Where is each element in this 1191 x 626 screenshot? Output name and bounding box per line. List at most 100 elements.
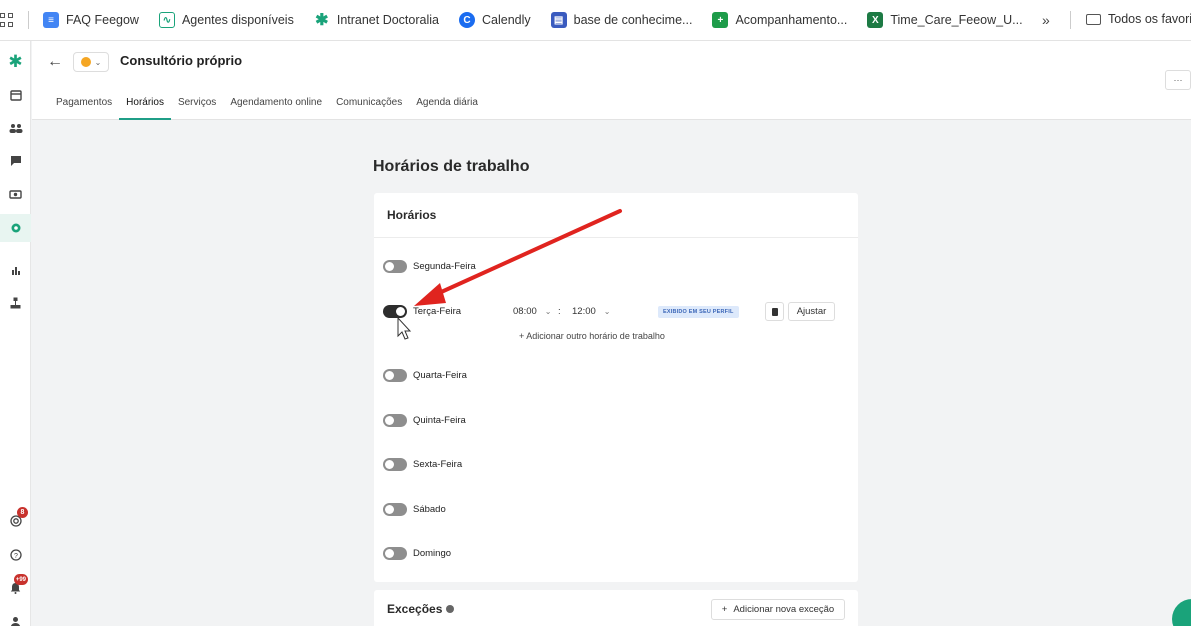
day-row-domingo: Domingo bbox=[383, 547, 451, 560]
day-toggle[interactable] bbox=[383, 547, 407, 560]
exceptions-header: Exceções bbox=[387, 602, 455, 616]
day-label: Segunda-Feira bbox=[413, 261, 476, 272]
bookmark-intranet[interactable]: ✱ Intranet Doctoralia bbox=[314, 12, 439, 29]
tab-horarios[interactable]: Horários bbox=[119, 95, 171, 120]
side-nav: ✱ 8 ? +99 bbox=[0, 41, 31, 626]
asterisk-logo-icon[interactable]: ✱ bbox=[0, 49, 31, 75]
doc-icon: ≡ bbox=[43, 12, 59, 28]
add-exception-button[interactable]: + Adicionar nova exceção bbox=[711, 599, 845, 620]
bookmark-label: Acompanhamento... bbox=[735, 13, 848, 27]
bookmark-agentes[interactable]: ∿ Agentes disponíveis bbox=[158, 12, 294, 28]
bookmark-base-conhecimento[interactable]: ▤ base de conhecime... bbox=[550, 12, 693, 28]
excel-icon: X bbox=[867, 12, 884, 28]
bar-chart-icon[interactable] bbox=[0, 257, 31, 283]
calendar-icon[interactable] bbox=[0, 82, 31, 108]
day-label: Terça-Feira bbox=[413, 306, 462, 317]
apps-grid-icon[interactable] bbox=[0, 13, 14, 27]
back-arrow-icon[interactable]: ← bbox=[47, 53, 63, 71]
help-icon[interactable]: ? bbox=[0, 542, 31, 568]
bookmark-calendly[interactable]: C Calendly bbox=[458, 12, 531, 28]
day-toggle[interactable] bbox=[383, 260, 407, 273]
people-icon[interactable] bbox=[0, 115, 31, 141]
day-row-quinta: Quinta-Feira bbox=[383, 414, 466, 427]
notification-badge: 8 bbox=[17, 507, 28, 518]
end-time: 12:00 bbox=[572, 306, 596, 317]
day-label: Quinta-Feira bbox=[413, 415, 466, 426]
card-title: Horários bbox=[374, 193, 858, 238]
day-label: Sexta-Feira bbox=[413, 459, 463, 470]
tab-comunicacoes[interactable]: Comunicações bbox=[336, 95, 402, 120]
gear-icon[interactable] bbox=[0, 214, 31, 242]
table-icon: ▤ bbox=[550, 12, 567, 28]
bookmark-time-care[interactable]: X Time_Care_Feeow_U... bbox=[867, 12, 1023, 28]
more-options-button[interactable]: ··· bbox=[1165, 70, 1191, 90]
svg-text:?: ? bbox=[14, 553, 18, 560]
time-separator: : bbox=[558, 306, 561, 317]
exceptions-title: Exceções bbox=[387, 602, 443, 616]
day-row-quarta: Quarta-Feira bbox=[383, 369, 467, 382]
org-chart-icon[interactable] bbox=[0, 290, 31, 316]
target-icon[interactable]: 8 bbox=[0, 507, 31, 534]
add-working-hours-link[interactable]: + Adicionar outro horário de trabalho bbox=[519, 331, 665, 341]
day-toggle[interactable] bbox=[383, 503, 407, 516]
schedule-card: Horários Segunda-Feira Terça-Feira 08:00… bbox=[374, 193, 858, 582]
plus-sheet-icon: + bbox=[712, 12, 729, 28]
delete-button[interactable] bbox=[765, 302, 784, 321]
start-time-select[interactable]: 08:00 ⌄ bbox=[513, 306, 551, 317]
asterisk-icon: ✱ bbox=[315, 12, 329, 29]
day-toggle[interactable] bbox=[383, 369, 407, 382]
user-icon[interactable] bbox=[0, 609, 31, 626]
chevron-down-icon: ⌄ bbox=[603, 307, 611, 316]
bookmark-label: Calendly bbox=[481, 13, 531, 27]
bookmark-label: Agentes disponíveis bbox=[181, 13, 294, 27]
start-time: 08:00 bbox=[513, 306, 537, 317]
bookmarks-overflow-icon[interactable]: » bbox=[1042, 12, 1050, 28]
day-row-sabado: Sábado bbox=[383, 503, 446, 516]
bookmark-label: Intranet Doctoralia bbox=[336, 13, 439, 27]
day-row-terca: Terça-Feira bbox=[383, 305, 461, 318]
tab-agendamento-online[interactable]: Agendamento online bbox=[230, 95, 322, 120]
day-label: Sábado bbox=[413, 504, 446, 515]
tab-agenda-diaria[interactable]: Agenda diária bbox=[416, 95, 478, 120]
bookmark-label: Time_Care_Feeow_U... bbox=[890, 13, 1023, 27]
profile-badge: EXIBIDO EM SEU PERFIL bbox=[658, 306, 739, 318]
day-label: Domingo bbox=[413, 548, 452, 559]
folder-label: Todos os favoritos bbox=[1108, 12, 1191, 26]
day-toggle[interactable] bbox=[383, 414, 407, 427]
add-exception-label: Adicionar nova exceção bbox=[733, 604, 835, 615]
folder-icon bbox=[1086, 13, 1101, 25]
adjust-button[interactable]: Ajustar bbox=[788, 302, 835, 321]
plus-icon: + bbox=[721, 604, 728, 615]
money-icon[interactable] bbox=[0, 181, 31, 207]
bookmark-label: base de conhecime... bbox=[573, 13, 693, 27]
tab-pagamentos[interactable]: Pagamentos bbox=[56, 95, 112, 120]
tab-bar: Pagamentos Horários Serviços Agendamento… bbox=[56, 95, 492, 120]
chat-widget-button[interactable] bbox=[1172, 599, 1191, 626]
day-toggle[interactable] bbox=[383, 305, 407, 318]
tab-servicos[interactable]: Serviços bbox=[178, 95, 216, 120]
bookmark-label: FAQ Feegow bbox=[66, 13, 139, 27]
all-bookmarks-folder[interactable]: Todos os favoritos bbox=[1086, 12, 1191, 26]
day-row-sexta: Sexta-Feira bbox=[383, 458, 462, 471]
chevron-down-icon: ⌄ bbox=[544, 307, 552, 316]
page-header: ← ⌄ Consultório próprio ··· Pagamentos H… bbox=[32, 41, 1191, 120]
calendly-icon: C bbox=[458, 12, 475, 28]
bookmarks-divider bbox=[28, 11, 29, 29]
bookmarks-divider bbox=[1070, 11, 1071, 29]
bell-icon[interactable]: +99 bbox=[0, 574, 31, 601]
status-dropdown[interactable]: ⌄ bbox=[73, 52, 109, 72]
day-toggle[interactable] bbox=[383, 458, 407, 471]
day-row-segunda: Segunda-Feira bbox=[383, 260, 476, 273]
chevron-down-icon: ⌄ bbox=[94, 57, 102, 67]
page-title: Consultório próprio bbox=[120, 53, 243, 68]
chat-icon[interactable] bbox=[0, 148, 31, 174]
end-time-select[interactable]: 12:00 ⌄ bbox=[572, 306, 610, 317]
notification-badge: +99 bbox=[13, 574, 28, 585]
bookmark-acompanhamento[interactable]: + Acompanhamento... bbox=[712, 12, 847, 28]
day-label: Quarta-Feira bbox=[413, 370, 467, 381]
status-dot-icon bbox=[80, 57, 91, 67]
bookmark-faq-feegow[interactable]: ≡ FAQ Feegow bbox=[43, 12, 139, 28]
exceptions-card: Exceções + Adicionar nova exceção bbox=[374, 590, 858, 626]
info-icon[interactable] bbox=[446, 605, 455, 613]
chart-icon: ∿ bbox=[158, 12, 175, 28]
